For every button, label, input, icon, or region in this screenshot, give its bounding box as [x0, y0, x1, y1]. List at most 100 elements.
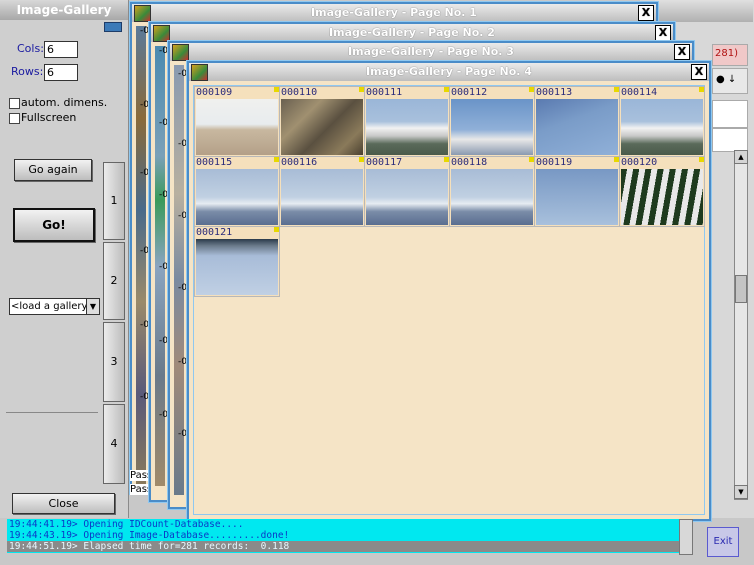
selection-marker[interactable]	[699, 157, 704, 162]
window-titlebar[interactable]: Image-Gallery - Page No. 1 X	[132, 4, 656, 22]
close-button[interactable]: X	[655, 25, 671, 41]
gallery-select[interactable]: <load a gallery> ▼	[9, 298, 100, 315]
thumbnail-image[interactable]	[366, 99, 448, 155]
thumbnail-label: -0	[178, 357, 187, 367]
thumbnail-000115[interactable]: 000115	[194, 156, 280, 227]
close-button[interactable]: X	[674, 44, 690, 60]
thumbnail-label: -0	[159, 262, 168, 272]
thumbnail-000121[interactable]: 000121	[194, 226, 280, 297]
scroll-up-icon[interactable]: ▲	[734, 150, 748, 164]
thumbnail-000110[interactable]: 000110	[279, 86, 365, 157]
fullscreen-label: Fullscreen	[21, 111, 77, 124]
thumbnail-label: -0	[159, 410, 168, 420]
autom-dimens-label: autom. dimens.	[21, 96, 108, 109]
rows-label: Rows:	[11, 65, 44, 78]
thumbnail-image[interactable]	[536, 169, 618, 225]
thumbnail-label: -0	[178, 139, 187, 149]
thumbnail-000112[interactable]: 000112	[449, 86, 535, 157]
minimize-button[interactable]	[104, 22, 122, 32]
panel-title: Image-Gallery	[0, 0, 128, 20]
thumbnail-image[interactable]	[451, 99, 533, 155]
thumbnail-label: -0	[140, 26, 149, 36]
exit-button[interactable]: Exit	[707, 527, 739, 557]
autom-dimens-checkbox[interactable]	[9, 98, 20, 109]
thumbnail-label: -0	[178, 69, 187, 79]
thumbnail-000109[interactable]: 000109	[194, 86, 280, 157]
thumbnail-image[interactable]	[196, 239, 278, 295]
log-scrollbar[interactable]	[679, 519, 693, 555]
thumbnail-000117[interactable]: 000117	[364, 156, 450, 227]
window-title: Image-Gallery - Page No. 3	[348, 45, 514, 58]
close-button[interactable]: X	[691, 64, 707, 80]
close-button[interactable]: X	[638, 5, 654, 21]
thumbnail-id: 000117	[366, 157, 403, 168]
thumbnail-000116[interactable]: 000116	[279, 156, 365, 227]
cols-label: Cols:	[17, 42, 44, 55]
log-line: 19:44:43.19> Opening Image-Database.....…	[9, 530, 290, 541]
chevron-down-icon[interactable]: ▼	[86, 299, 99, 314]
thumbnail-id: 000110	[281, 87, 318, 98]
thumbnail-id: 000121	[196, 227, 233, 238]
scroll-down-icon[interactable]: ▼	[734, 485, 748, 499]
thumbnail-label: -0	[178, 429, 187, 439]
app-icon	[172, 44, 189, 61]
go-again-button[interactable]: Go again	[14, 159, 92, 181]
thumbnail-000118[interactable]: 000118	[449, 156, 535, 227]
window-title: Image-Gallery - Page No. 1	[311, 6, 477, 19]
thumbnail-id: 000118	[451, 157, 488, 168]
thumbnail-000119[interactable]: 000119	[534, 156, 620, 227]
selection-marker[interactable]	[699, 87, 704, 92]
rows-input[interactable]: 6	[44, 64, 78, 81]
thumbnail-image[interactable]	[196, 169, 278, 225]
fullscreen-checkbox[interactable]	[9, 113, 20, 124]
page-1-button[interactable]: 1	[103, 162, 125, 240]
thumbnail-image[interactable]	[281, 99, 363, 155]
thumbnail-image[interactable]	[451, 169, 533, 225]
divider	[6, 412, 98, 413]
thumbnail-label: -0	[159, 190, 168, 200]
back-window-field-1	[712, 100, 748, 128]
window-titlebar[interactable]: Image-Gallery - Page No. 3 X	[170, 43, 692, 61]
arrow-down-icon[interactable]: ● ↓	[716, 74, 736, 85]
thumbnail-id: 000114	[621, 87, 658, 98]
thumbnail-id: 000119	[536, 157, 573, 168]
thumbnail-image[interactable]	[536, 99, 618, 155]
thumbnail-id: 000113	[536, 87, 573, 98]
thumbnail-id: 000112	[451, 87, 488, 98]
selection-marker[interactable]	[274, 227, 279, 232]
page-2-button[interactable]: 2	[103, 242, 125, 320]
thumbnail-000113[interactable]: 000113	[534, 86, 620, 157]
thumbnail-label: -0	[159, 46, 168, 56]
thumbnail-id: 000120	[621, 157, 658, 168]
thumbnail-000120[interactable]: 000120	[619, 156, 705, 227]
window-title: Image-Gallery - Page No. 4	[366, 65, 532, 78]
thumbnail-image[interactable]	[196, 99, 278, 155]
thumbnail-image[interactable]	[621, 99, 703, 155]
log-panel: 19:44:41.19> Opening IDCount-Database...…	[7, 519, 679, 553]
thumbnail-label: -0	[178, 211, 187, 221]
log-line: 19:44:41.19> Opening IDCount-Database...…	[9, 519, 244, 530]
back-window-field-2	[712, 128, 748, 152]
thumbnail-label: -0	[140, 168, 149, 178]
page-4-button[interactable]: 4	[103, 404, 125, 484]
app-icon	[134, 5, 151, 22]
thumbnail-id: 000111	[366, 87, 403, 98]
thumbnail-image[interactable]	[281, 169, 363, 225]
close-panel-button[interactable]: Close	[12, 493, 115, 514]
thumbnail-image[interactable]	[366, 169, 448, 225]
thumbnail-image[interactable]	[621, 169, 703, 225]
back-window-nav[interactable]: ● ↓	[712, 68, 748, 94]
thumbnail-label: -0	[140, 392, 149, 402]
thumbnail-000111[interactable]: 000111	[364, 86, 450, 157]
back-window-scrollbar[interactable]	[734, 150, 748, 500]
window-titlebar[interactable]: Image-Gallery - Page No. 4 X	[189, 63, 709, 81]
back-window-titlebar	[655, 0, 753, 22]
page-3-button[interactable]: 3	[103, 322, 125, 402]
go-button[interactable]: Go!	[13, 208, 95, 242]
cols-input[interactable]: 6	[44, 41, 78, 58]
log-line-selected: 19:44:51.19> Elapsed time for=281 record…	[7, 541, 679, 552]
scrollbar-thumb[interactable]	[735, 275, 747, 303]
thumbnail-000114[interactable]: 000114	[619, 86, 705, 157]
thumbnail-id: 000115	[196, 157, 233, 168]
window-titlebar[interactable]: Image-Gallery - Page No. 2 X	[151, 24, 673, 42]
